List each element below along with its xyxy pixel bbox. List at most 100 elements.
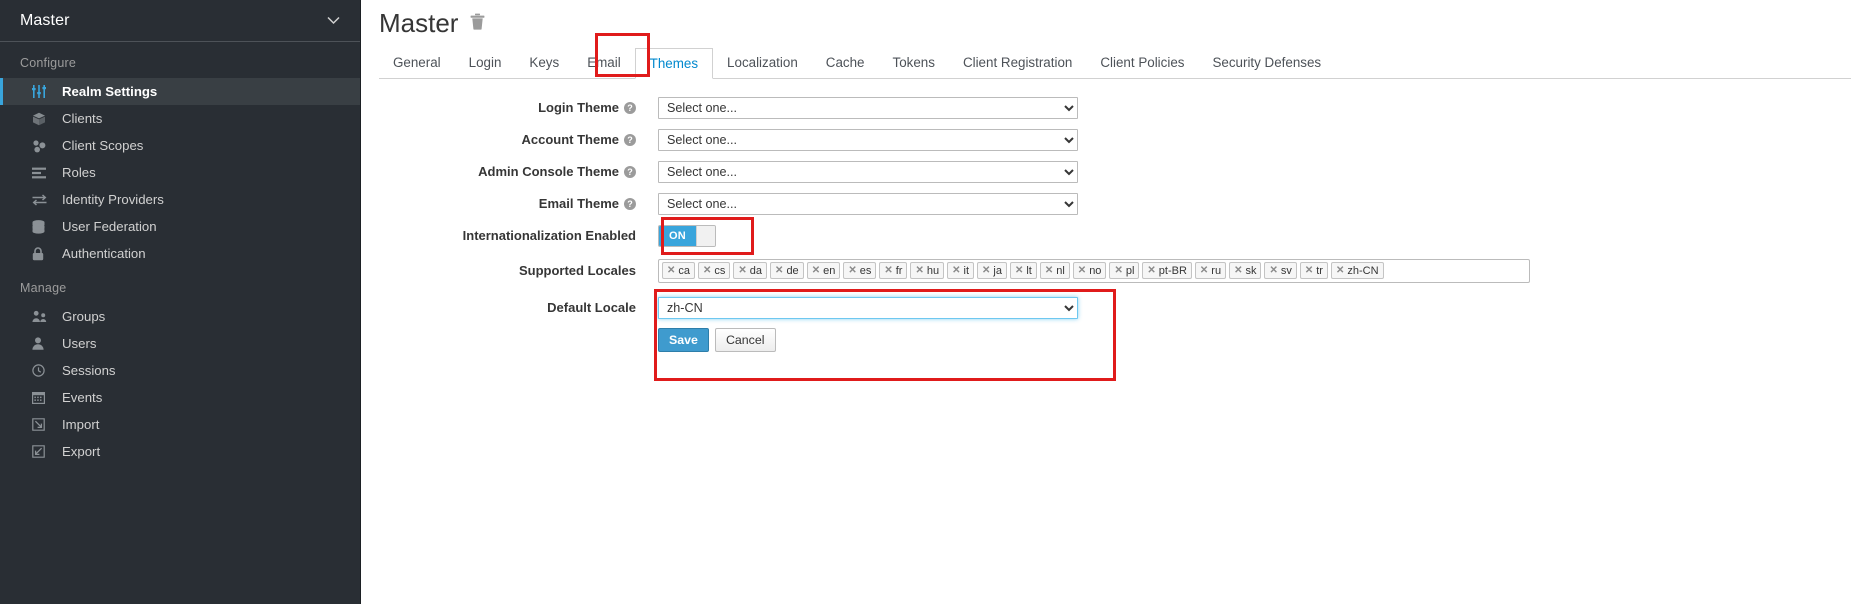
sidebar-item-import[interactable]: Import (0, 411, 360, 438)
users-icon (32, 310, 54, 323)
sidebar-item-groups[interactable]: Groups (0, 303, 360, 330)
sidebar-item-identity-providers[interactable]: Identity Providers (0, 186, 360, 213)
close-icon[interactable]: ✕ (915, 265, 923, 276)
close-icon[interactable]: ✕ (1305, 265, 1313, 276)
supported-locales-label: Supported Locales (361, 263, 658, 278)
close-icon[interactable]: ✕ (1045, 265, 1053, 276)
default-locale-select[interactable]: zh-CN (658, 296, 1078, 319)
close-icon[interactable]: ✕ (703, 265, 711, 276)
close-icon[interactable]: ✕ (982, 265, 990, 276)
close-icon[interactable]: ✕ (952, 265, 960, 276)
account-theme-select[interactable]: Select one... (658, 128, 1078, 151)
locale-chip[interactable]: ✕ hu (910, 262, 945, 280)
sidebar-item-users[interactable]: Users (0, 330, 360, 357)
locale-chip[interactable]: ✕ cs (698, 262, 731, 280)
realm-selector[interactable]: Master (0, 0, 360, 42)
tab-keys[interactable]: Keys (515, 48, 573, 78)
close-icon[interactable]: ✕ (1114, 265, 1122, 276)
tab-login[interactable]: Login (455, 48, 516, 78)
tab-client-policies[interactable]: Client Policies (1086, 48, 1198, 78)
save-button[interactable]: Save (658, 327, 709, 352)
default-locale-label: Default Locale (361, 300, 658, 315)
tab-themes[interactable]: Themes (634, 47, 714, 79)
locale-chip[interactable]: ✕ fr (879, 262, 908, 280)
close-icon[interactable]: ✕ (884, 265, 892, 276)
locale-chip-label: nl (1056, 264, 1065, 277)
locale-chip[interactable]: ✕ nl (1039, 262, 1070, 280)
locale-chip[interactable]: ✕ ca (662, 262, 696, 280)
database-icon (32, 219, 54, 234)
trash-icon[interactable] (470, 13, 485, 33)
locale-chip[interactable]: ✕ pl (1109, 262, 1140, 280)
locale-chip[interactable]: ✕ ru (1194, 262, 1227, 280)
sidebar-item-label: Import (62, 417, 100, 432)
tab-client-registration[interactable]: Client Registration (949, 48, 1086, 78)
sidebar-item-authentication[interactable]: Authentication (0, 240, 360, 267)
locale-chip-label: cs (714, 264, 726, 277)
close-icon[interactable]: ✕ (738, 265, 746, 276)
form-row-internationalization: Internationalization Enabled ON (361, 224, 1851, 247)
sidebar-item-client-scopes[interactable]: Client Scopes (0, 132, 360, 159)
close-icon[interactable]: ✕ (848, 265, 856, 276)
close-icon[interactable]: ✕ (1234, 265, 1242, 276)
close-icon[interactable]: ✕ (1200, 265, 1208, 276)
locale-chip[interactable]: ✕ lt (1009, 262, 1037, 280)
sidebar-item-roles[interactable]: Roles (0, 159, 360, 186)
tab-email[interactable]: Email (573, 48, 634, 78)
import-arrow-icon (32, 418, 54, 431)
sidebar-item-events[interactable]: Events (0, 384, 360, 411)
sidebar-item-label: Clients (62, 111, 103, 126)
sidebar-item-label: Client Scopes (62, 138, 144, 153)
close-icon[interactable]: ✕ (667, 265, 675, 276)
supported-locales-label-text: Supported Locales (518, 263, 636, 279)
cancel-button[interactable]: Cancel (714, 327, 776, 352)
clock-icon (32, 364, 54, 377)
locale-chip[interactable]: ✕ sk (1229, 262, 1262, 280)
locale-chip[interactable]: ✕ de (770, 262, 804, 280)
locale-chip-label: hu (926, 264, 940, 277)
sidebar-item-clients[interactable]: Clients (0, 105, 360, 132)
locale-chip[interactable]: ✕ it (947, 262, 974, 280)
sidebar-item-label: Sessions (62, 363, 116, 378)
login-theme-select[interactable]: Select one... (658, 96, 1078, 119)
locale-chip[interactable]: ✕ da (733, 262, 768, 280)
tab-security-defenses[interactable]: Security Defenses (1198, 48, 1335, 78)
internationalization-toggle[interactable]: ON (658, 224, 716, 247)
close-icon[interactable]: ✕ (1336, 265, 1344, 276)
locale-chip-label: tr (1316, 264, 1323, 277)
help-icon[interactable]: ? (624, 101, 636, 114)
close-icon[interactable]: ✕ (1015, 265, 1023, 276)
page-header: Master (361, 0, 1851, 38)
page-title: Master (379, 8, 459, 38)
sidebar-item-realm-settings[interactable]: Realm Settings (0, 78, 360, 105)
help-icon[interactable]: ? (624, 165, 636, 178)
sidebar-item-sessions[interactable]: Sessions (0, 357, 360, 384)
locale-chip[interactable]: ✕ zh-CN (1330, 262, 1384, 280)
help-icon[interactable]: ? (624, 197, 636, 210)
help-icon[interactable]: ? (624, 133, 636, 146)
locale-chip[interactable]: ✕ tr (1299, 262, 1328, 280)
tab-localization[interactable]: Localization (713, 48, 812, 78)
locale-chip[interactable]: ✕ ja (977, 262, 1007, 280)
email-theme-select[interactable]: Select one... (658, 192, 1078, 215)
login-theme-control: Select one... (658, 96, 1851, 119)
locale-chip[interactable]: ✕ sv (1264, 262, 1297, 280)
locale-chip[interactable]: ✕ en (806, 262, 841, 280)
admin-console-theme-select[interactable]: Select one... (658, 160, 1078, 183)
sidebar-item-export[interactable]: Export (0, 438, 360, 465)
tab-general[interactable]: General (379, 48, 455, 78)
close-icon[interactable]: ✕ (1078, 265, 1086, 276)
locale-chip-label: da (749, 264, 763, 277)
supported-locales-box[interactable]: ✕ ca ✕ cs ✕ da ✕ de ✕ en ✕ es ✕ fr ✕ hu ✕ it ✕ ja ✕ lt ✕ nl ✕ no ✕… (658, 258, 1530, 283)
close-icon[interactable]: ✕ (1147, 265, 1155, 276)
tab-tokens[interactable]: Tokens (879, 48, 949, 78)
locale-chip[interactable]: ✕ es (843, 262, 877, 280)
close-icon[interactable]: ✕ (1269, 265, 1277, 276)
locale-chip[interactable]: ✕ no (1072, 262, 1107, 280)
tab-cache[interactable]: Cache (812, 48, 879, 78)
close-icon[interactable]: ✕ (775, 265, 783, 276)
admin-console-theme-label: Admin Console Theme ? (361, 164, 658, 179)
locale-chip[interactable]: ✕ pt-BR (1142, 262, 1192, 280)
close-icon[interactable]: ✕ (812, 265, 820, 276)
sidebar-item-user-federation[interactable]: User Federation (0, 213, 360, 240)
